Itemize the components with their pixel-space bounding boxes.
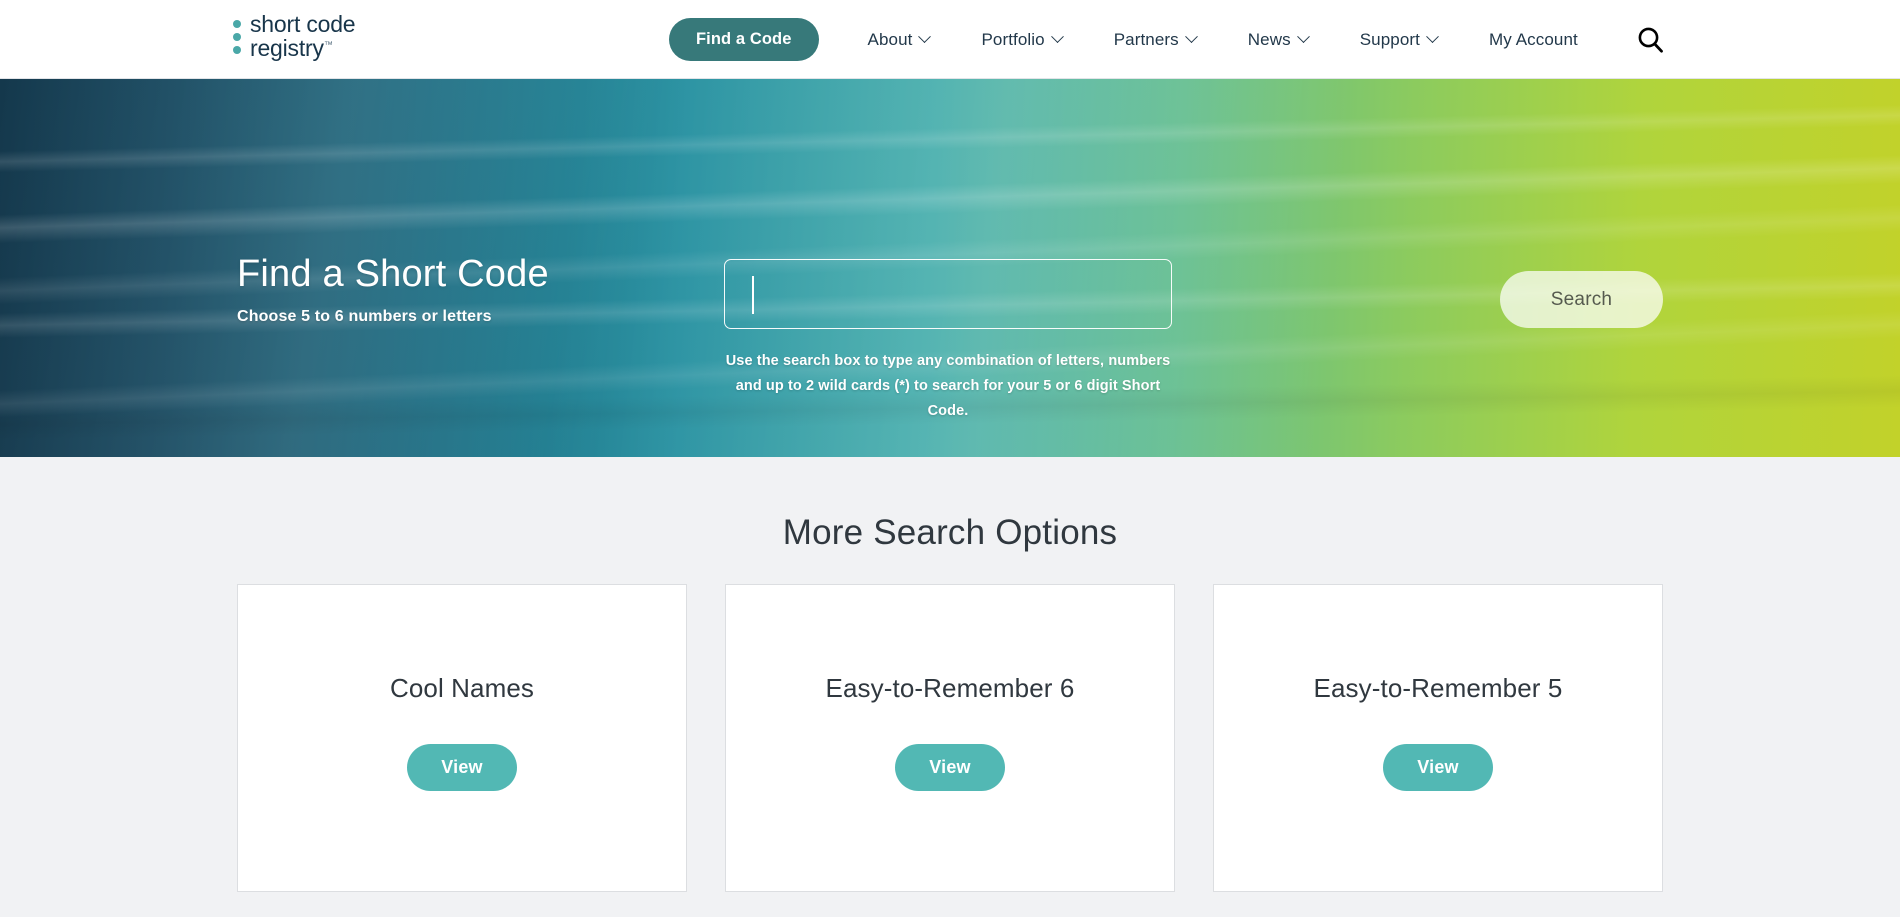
site-logo[interactable]: short code registry™ (233, 11, 356, 61)
main-navigation: Find a Code About Portfolio Partners New… (669, 0, 1604, 79)
section-title: More Search Options (782, 513, 1118, 552)
nav-item-portfolio-label: Portfolio (981, 29, 1045, 49)
chevron-down-icon (1296, 30, 1310, 44)
nav-item-my-account-label: My Account (1488, 29, 1578, 49)
options-card-grid: Cool Names View Easy-to-Remember 6 View … (237, 584, 1663, 892)
site-header: short code registry™ Find a Code About P… (0, 0, 1900, 79)
option-card-view-button[interactable]: View (407, 744, 517, 791)
nav-item-support[interactable]: Support (1334, 30, 1463, 50)
nav-item-news-label: News (1247, 29, 1291, 49)
nav-find-a-code-button[interactable]: Find a Code (669, 17, 819, 62)
nav-item-news[interactable]: News (1222, 30, 1334, 50)
chevron-down-icon (1184, 30, 1198, 44)
search-icon (1638, 27, 1663, 53)
option-card-title: Cool Names (389, 673, 535, 703)
header-search-toggle[interactable] (1634, 24, 1668, 58)
option-card-easy-to-remember-6: Easy-to-Remember 6 View (725, 584, 1175, 892)
logo-line-1: short code (250, 11, 356, 37)
option-card-title: Easy-to-Remember 5 (1313, 673, 1563, 703)
logo-dots-icon (233, 17, 241, 57)
text-cursor (752, 276, 754, 314)
logo-wordmark: short code registry™ (250, 11, 356, 61)
option-card-view-button[interactable]: View (1383, 744, 1493, 791)
nav-item-my-account[interactable]: My Account (1463, 30, 1604, 50)
logo-trademark: ™ (323, 39, 333, 50)
option-card-cool-names: Cool Names View (237, 584, 687, 892)
logo-line-2-text: registry (250, 34, 324, 61)
option-card-easy-to-remember-5: Easy-to-Remember 5 View (1213, 584, 1663, 892)
hero-subtitle: Choose 5 to 6 numbers or letters (237, 308, 492, 325)
chevron-down-icon (1426, 30, 1439, 44)
nav-item-support-label: Support (1359, 29, 1420, 49)
hero-banner: Find a Short Code Choose 5 to 6 numbers … (0, 79, 1900, 457)
hero-search-button[interactable]: Search (1500, 271, 1663, 328)
chevron-down-icon (1050, 30, 1064, 44)
nav-item-partners-label: Partners (1113, 29, 1179, 49)
hero-help-text: Use the search box to type any combinati… (725, 353, 1171, 419)
option-card-title: Easy-to-Remember 6 (825, 673, 1075, 703)
option-card-view-button[interactable]: View (895, 744, 1005, 791)
more-search-options-section: More Search Options Cool Names View Easy… (0, 457, 1900, 917)
nav-item-portfolio[interactable]: Portfolio (955, 30, 1087, 50)
nav-item-about[interactable]: About (842, 30, 956, 50)
short-code-search-input[interactable] (724, 259, 1172, 329)
hero-title: Find a Short Code (237, 253, 549, 295)
logo-line-2: registry™ (250, 34, 355, 61)
chevron-down-icon (918, 30, 932, 44)
nav-item-partners[interactable]: Partners (1088, 30, 1222, 50)
nav-item-about-label: About (867, 29, 913, 49)
